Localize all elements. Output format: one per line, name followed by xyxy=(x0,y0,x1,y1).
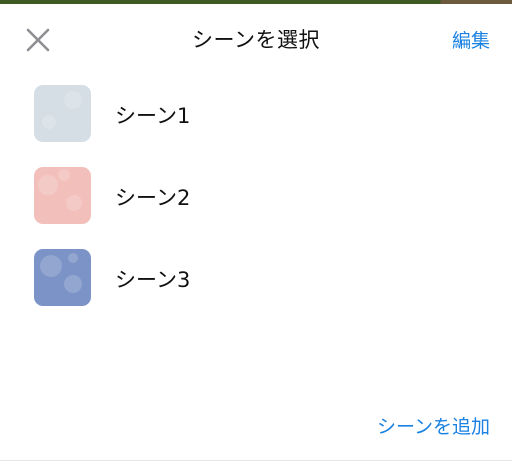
scene-thumbnail xyxy=(34,85,91,142)
scene-item-3[interactable]: シーン3 xyxy=(0,246,512,328)
scene-label: シーン3 xyxy=(115,268,191,292)
scene-item-2[interactable]: シーン2 xyxy=(0,164,512,246)
scene-label: シーン1 xyxy=(115,104,191,128)
add-scene-button[interactable]: シーンを追加 xyxy=(377,412,490,439)
scene-thumbnail xyxy=(34,167,91,224)
scene-select-sheet: シーンを選択 編集 シーン1 シーン2 シーン3 シーンを追加 xyxy=(0,0,512,461)
header-bar: シーンを選択 編集 xyxy=(0,4,512,68)
page-title: シーンを選択 xyxy=(192,28,320,52)
edit-button[interactable]: 編集 xyxy=(452,26,490,53)
scene-list: シーン1 シーン2 シーン3 xyxy=(0,82,512,328)
scene-item-1[interactable]: シーン1 xyxy=(0,82,512,164)
scene-label: シーン2 xyxy=(115,186,191,210)
scene-thumbnail xyxy=(34,249,91,306)
